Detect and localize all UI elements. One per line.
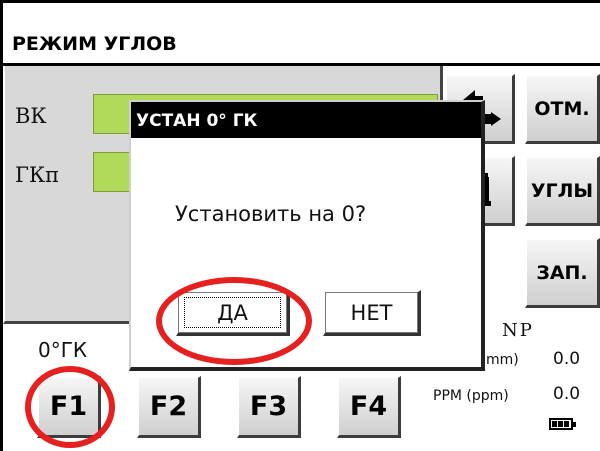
mark-button-label: ОТМ. (534, 97, 590, 120)
page-title: РЕЖИМ УГЛОВ (12, 33, 177, 55)
mm-label: mm) (486, 352, 519, 368)
ppm-label: PPM (ppm) (433, 388, 509, 404)
angles-button[interactable]: УГЛЫ (525, 156, 600, 226)
instrument-screen: РЕЖИМ УГЛОВ ВК ГКп ОТМ. УГЛЫ ЗАП. NP mm)… (0, 0, 600, 451)
mark-button[interactable]: ОТМ. (525, 74, 600, 144)
dialog-title-bar: УСТАН 0° ГК (131, 102, 481, 138)
mm-value: 0.0 (553, 349, 581, 369)
f2-key-label: F2 (149, 391, 188, 422)
np-indicator: NP (502, 320, 534, 341)
dialog-title: УСТАН 0° ГК (136, 111, 258, 131)
f4-key[interactable]: F4 (337, 376, 401, 438)
ppm-value: 0.0 (553, 384, 581, 404)
f3-key-label: F3 (249, 391, 288, 422)
vk-label: ВК (15, 104, 47, 128)
f1-highlight-circle (25, 366, 115, 448)
f2-key[interactable]: F2 (137, 376, 201, 438)
angles-button-label: УГЛЫ (530, 179, 594, 202)
no-button-label: НЕТ (350, 300, 393, 325)
dialog-message: Установить на 0? (175, 202, 367, 226)
yes-highlight-circle (156, 277, 312, 365)
gk-label: ГКп (15, 163, 60, 187)
f1-caption: 0°ГК (38, 338, 88, 362)
record-button[interactable]: ЗАП. (525, 238, 600, 308)
no-button[interactable]: НЕТ (323, 290, 421, 336)
record-button-label: ЗАП. (536, 261, 588, 284)
battery-icon (549, 418, 576, 430)
title-bar: РЕЖИМ УГЛОВ (3, 3, 600, 63)
f3-key[interactable]: F3 (237, 376, 301, 438)
f4-key-label: F4 (349, 391, 388, 422)
